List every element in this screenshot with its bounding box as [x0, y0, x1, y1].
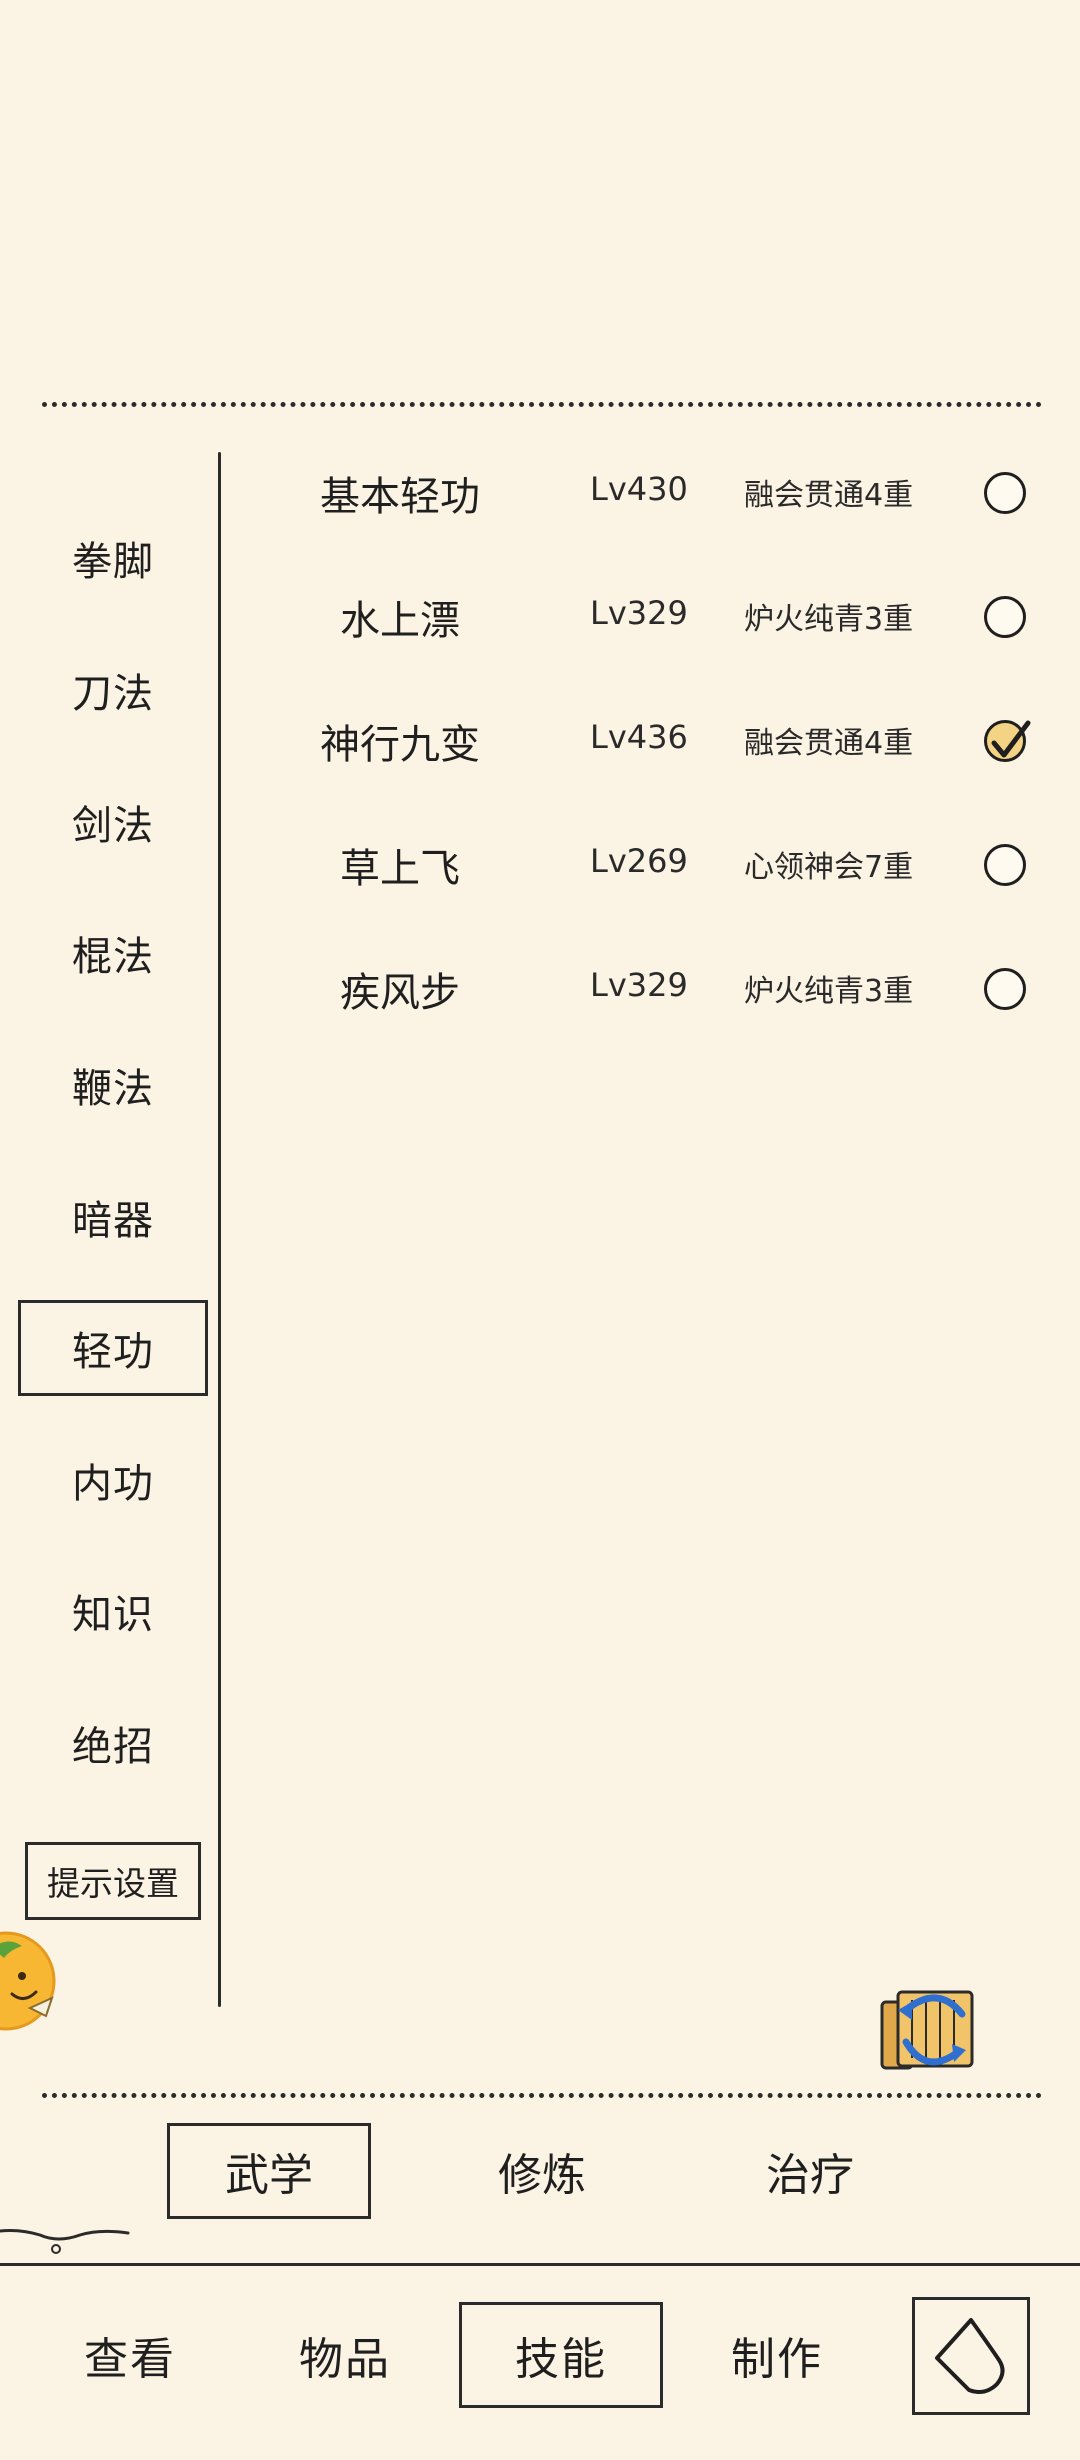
- back-arrow-icon: [935, 2318, 1005, 2394]
- vertical-divider: [218, 452, 221, 2007]
- skill-stage: 炉火纯青3重: [744, 974, 914, 1009]
- back-button[interactable]: [912, 2297, 1030, 2415]
- skill-stage: 融会贯通4重: [744, 478, 914, 513]
- orange-mascot-icon[interactable]: [0, 1928, 56, 2034]
- skill-select-radio[interactable]: [984, 596, 1026, 638]
- skill-stage: 炉火纯青3重: [744, 602, 914, 637]
- category-item-daofa[interactable]: 刀法: [18, 642, 208, 738]
- skill-row[interactable]: 水上漂 Lv329 炉火纯青3重: [280, 570, 1040, 660]
- category-label: 绝招: [72, 1724, 154, 1770]
- skill-row[interactable]: 疾风步 Lv329 炉火纯青3重: [280, 942, 1040, 1032]
- nav-tab-label: 技能: [515, 2334, 607, 2385]
- category-label: 刀法: [72, 671, 154, 717]
- category-item-anqi[interactable]: 暗器: [18, 1169, 208, 1265]
- skill-name: 神行九变: [320, 722, 480, 768]
- skill-name: 水上漂: [340, 598, 460, 644]
- wave-decoration: [0, 2229, 130, 2254]
- skill-level: Lv329: [590, 594, 688, 632]
- skill-stage: 融会贯通4重: [744, 726, 914, 761]
- skill-level: Lv436: [590, 718, 688, 756]
- skill-row[interactable]: 基本轻功 Lv430 融会贯通4重: [280, 446, 1040, 536]
- nav-tab-label: 物品: [299, 2334, 391, 2385]
- subtab-zhiliao[interactable]: 治疗: [708, 2123, 912, 2219]
- skill-name: 基本轻功: [320, 474, 480, 520]
- skill-select-radio[interactable]: [984, 844, 1026, 886]
- category-item-bianfa[interactable]: 鞭法: [18, 1037, 208, 1133]
- category-label: 棍法: [72, 934, 154, 980]
- subtab-label: 修炼: [498, 2150, 586, 2201]
- nav-tab-craft[interactable]: 制作: [675, 2302, 879, 2408]
- skill-level: Lv329: [590, 966, 688, 1004]
- skill-row[interactable]: 草上飞 Lv269 心领神会7重: [280, 818, 1040, 908]
- skill-select-radio[interactable]: [984, 968, 1026, 1010]
- nav-divider: [0, 2263, 1080, 2266]
- scroll-swap-icon[interactable]: [876, 1980, 982, 2086]
- skill-level: Lv269: [590, 842, 688, 880]
- nav-tab-items[interactable]: 物品: [243, 2302, 447, 2408]
- subtab-label: 武学: [225, 2150, 313, 2201]
- checkmark-icon: [991, 720, 1031, 758]
- skill-stage: 心领神会7重: [744, 850, 914, 885]
- subtab-wuxue[interactable]: 武学: [167, 2123, 371, 2219]
- category-label: 轻功: [72, 1329, 154, 1375]
- category-label: 知识: [72, 1592, 154, 1638]
- category-list: 拳脚 刀法 剑法 棍法 鞭法 暗器 轻功 内功 知识 绝招: [0, 500, 218, 2030]
- top-divider: [42, 402, 1042, 407]
- category-item-neigong[interactable]: 内功: [18, 1432, 208, 1528]
- skill-select-radio-checked[interactable]: [984, 720, 1031, 762]
- category-item-quanjiao[interactable]: 拳脚: [18, 510, 208, 606]
- nav-tab-label: 制作: [731, 2334, 823, 2385]
- skill-select-radio[interactable]: [984, 472, 1026, 514]
- category-label: 剑法: [72, 803, 154, 849]
- category-item-gunfa[interactable]: 棍法: [18, 905, 208, 1001]
- skill-name: 疾风步: [340, 970, 460, 1016]
- category-item-juezhao[interactable]: 绝招: [18, 1695, 208, 1791]
- hint-settings-button[interactable]: 提示设置: [25, 1842, 201, 1920]
- skill-name: 草上飞: [340, 846, 460, 892]
- nav-tab-label: 查看: [84, 2334, 176, 2385]
- nav-tab-view[interactable]: 查看: [28, 2302, 232, 2408]
- category-label: 内功: [72, 1461, 154, 1507]
- category-item-qinggong[interactable]: 轻功: [18, 1300, 208, 1396]
- category-item-zhishi[interactable]: 知识: [18, 1563, 208, 1659]
- bottom-divider: [42, 2093, 1042, 2098]
- category-label: 鞭法: [72, 1066, 154, 1112]
- category-item-jianfa[interactable]: 剑法: [18, 774, 208, 870]
- skills-screen: 拳脚 刀法 剑法 棍法 鞭法 暗器 轻功 内功 知识 绝招 提示设置 基本轻功 …: [0, 0, 1080, 2460]
- subtab-xiulian[interactable]: 修炼: [440, 2123, 644, 2219]
- skill-row[interactable]: 神行九变 Lv436 融会贯通4重: [280, 694, 1040, 784]
- nav-tab-skills[interactable]: 技能: [459, 2302, 663, 2408]
- category-label: 拳脚: [72, 539, 154, 585]
- subtab-label: 治疗: [766, 2150, 854, 2201]
- skill-level: Lv430: [590, 470, 688, 508]
- category-label: 暗器: [72, 1198, 154, 1244]
